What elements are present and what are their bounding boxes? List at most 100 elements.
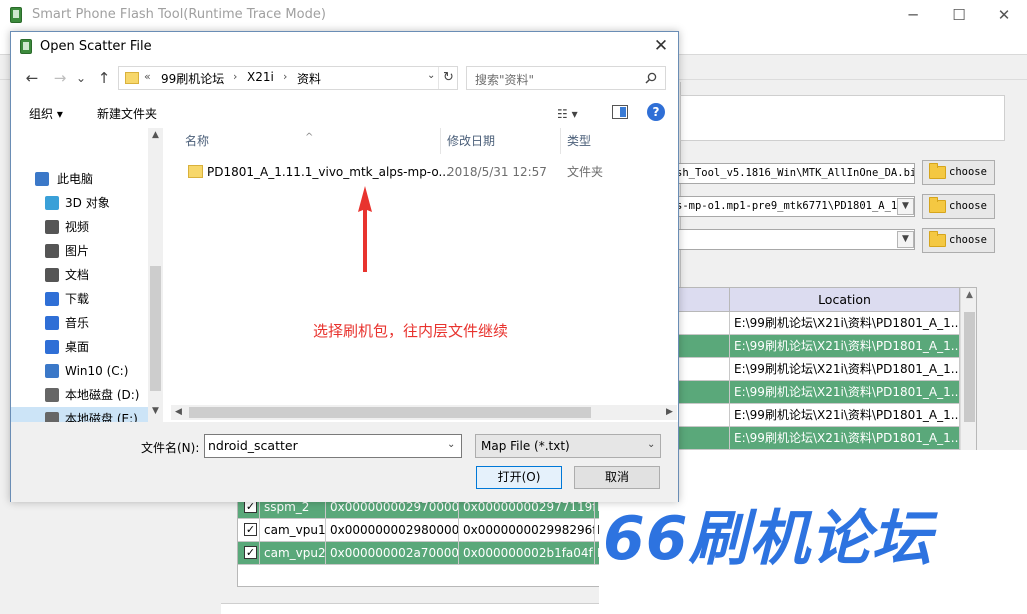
column-name-label: 名称 <box>185 134 210 148</box>
scroll-up-icon[interactable]: ▲ <box>148 130 163 145</box>
search-icon[interactable] <box>645 72 657 84</box>
dialog-titlebar: Open Scatter File ✕ <box>11 32 678 60</box>
search-placeholder: 搜索"资料" <box>475 73 535 87</box>
computer-icon <box>35 172 49 186</box>
preview-pane-icon[interactable] <box>612 105 628 119</box>
sidebar-item[interactable]: 本地磁盘 (E:) <box>11 407 151 422</box>
sidebar-item-label: 此电脑 <box>57 172 94 186</box>
sidebar-item[interactable]: 下载 <box>11 287 151 311</box>
file-list: 名称 ^ 修改日期 类型 PD1801_A_1.11.1_vivo_mtk_al… <box>163 128 678 422</box>
breadcrumb-item[interactable]: 资料 <box>297 70 321 87</box>
cell-check[interactable]: ✓ <box>238 519 260 542</box>
chevron-down-icon[interactable]: ▼ <box>897 198 914 215</box>
dialog-footer: 文件名(N): ndroid_scatter ⌄ Map File (*.txt… <box>11 422 678 502</box>
app-icon <box>10 7 22 23</box>
filetype-select[interactable]: Map File (*.txt) <box>475 434 661 458</box>
checkbox[interactable]: ✓ <box>244 546 257 559</box>
close-button[interactable]: ✕ <box>981 3 1027 27</box>
sidebar-item-label: 图片 <box>65 244 90 258</box>
sidebar-item-label: 音乐 <box>65 316 90 330</box>
forward-button[interactable]: → <box>49 67 71 89</box>
file-name: PD1801_A_1.11.1_vivo_mtk_alps-mp-o... <box>207 165 450 179</box>
checkbox[interactable]: ✓ <box>244 523 257 536</box>
cell-location: E:\99刷机论坛\X21i\资料\PD1801_A_1... <box>730 358 960 381</box>
sidebar-item[interactable]: 桌面 <box>11 335 151 359</box>
choose-label: choose <box>949 234 987 246</box>
open-button[interactable]: 打开(O) <box>476 466 562 489</box>
view-options-icon[interactable]: ☷ ▾ <box>557 107 578 121</box>
sidebar-item[interactable]: 此电脑 <box>11 167 151 191</box>
video-icon <box>45 220 59 234</box>
recent-locations-button[interactable]: ⌄ <box>73 67 89 89</box>
new-folder-button[interactable]: 新建文件夹 <box>97 105 157 122</box>
sidebar-item-label: 3D 对象 <box>65 196 110 210</box>
cell-location: E:\99刷机论坛\X21i\资料\PD1801_A_1... <box>730 312 960 335</box>
chevron-right-icon[interactable]: › <box>283 70 287 83</box>
help-icon[interactable]: ? <box>647 103 665 121</box>
sidebar-item[interactable]: Win10 (C:) <box>11 359 151 383</box>
scroll-right-icon[interactable]: ▶ <box>662 405 677 420</box>
column-header-date[interactable]: 修改日期 <box>441 128 561 154</box>
column-header-name[interactable]: 名称 ^ <box>163 128 441 154</box>
list-item[interactable]: PD1801_A_1.11.1_vivo_mtk_alps-mp-o... 20… <box>163 160 678 184</box>
chevron-down-icon[interactable]: ⌄ <box>427 70 435 81</box>
chevron-down-icon[interactable]: ⌄ <box>647 439 655 450</box>
chevron-right-icon[interactable]: › <box>233 70 237 83</box>
sidebar-item[interactable]: 本地磁盘 (D:) <box>11 383 151 407</box>
folder-icon <box>188 165 203 178</box>
cube-icon <box>45 196 59 210</box>
choose-auth-button[interactable]: choose <box>922 228 995 253</box>
breadcrumb-item[interactable]: 99刷机论坛 <box>161 70 224 87</box>
cell-check[interactable]: ✓ <box>238 542 260 565</box>
dialog-close-button[interactable]: ✕ <box>646 34 676 58</box>
breadcrumb-overflow[interactable]: « <box>144 70 151 83</box>
drive-icon <box>45 412 59 422</box>
sort-ascending-icon: ^ <box>305 132 314 143</box>
scroll-left-icon[interactable]: ◀ <box>171 405 186 420</box>
minimize-button[interactable]: ─ <box>890 3 936 27</box>
cell-end: 0x000000002b1fa04f <box>459 542 595 565</box>
sidebar-item[interactable]: 图片 <box>11 239 151 263</box>
navigation-scrollbar[interactable]: ▲ ▼ <box>148 128 163 422</box>
sidebar-item[interactable]: 音乐 <box>11 311 151 335</box>
command-bar: 组织 ▾ 新建文件夹 ☷ ▾ ? <box>11 98 678 128</box>
scroll-down-icon[interactable]: ▼ <box>148 406 163 421</box>
annotation-arrow-icon <box>358 186 372 272</box>
refresh-icon[interactable]: ↻ <box>438 67 458 89</box>
sidebar-item[interactable]: 文档 <box>11 263 151 287</box>
main-window-title: Smart Phone Flash Tool(Runtime Trace Mod… <box>32 7 326 22</box>
address-bar[interactable]: « 99刷机论坛 › X21i › 资料 ⌄ ↻ <box>118 66 458 90</box>
chevron-down-icon[interactable]: ▼ <box>897 231 914 248</box>
file-list-hscrollbar[interactable]: ◀ ▶ <box>171 405 677 420</box>
choose-scatter-button[interactable]: choose <box>922 194 995 219</box>
scrollbar-thumb[interactable] <box>964 312 975 422</box>
column-header-type[interactable]: 类型 <box>561 128 678 154</box>
cell-location: E:\99刷机论坛\X21i\资料\PD1801_A_1... <box>730 427 960 450</box>
scroll-up-icon[interactable]: ▲ <box>961 290 976 306</box>
maximize-button[interactable]: ☐ <box>936 3 982 27</box>
chevron-down-icon[interactable]: ⌄ <box>447 439 455 450</box>
sidebar-item-label: 本地磁盘 (D:) <box>65 388 140 402</box>
cancel-button[interactable]: 取消 <box>574 466 660 489</box>
drive-icon <box>45 364 59 378</box>
scrollbar-thumb[interactable] <box>150 266 161 391</box>
scrollbar-thumb[interactable] <box>189 407 591 418</box>
choose-da-button[interactable]: choose <box>922 160 995 185</box>
organize-menu[interactable]: 组织 ▾ <box>29 105 63 122</box>
back-button[interactable]: ← <box>21 67 43 89</box>
download-agent-path[interactable]: sh_Tool_v5.1816_Win\MTK_AllInOne_DA.bin <box>672 163 915 184</box>
cell-location: E:\99刷机论坛\X21i\资料\PD1801_A_1... <box>730 381 960 404</box>
search-input[interactable]: 搜索"资料" <box>466 66 666 90</box>
filename-input[interactable]: ndroid_scatter <box>204 434 462 458</box>
up-button[interactable]: ↑ <box>93 67 115 89</box>
music-icon <box>45 316 59 330</box>
breadcrumb-item[interactable]: X21i <box>247 70 274 84</box>
picture-icon <box>45 244 59 258</box>
sidebar-item[interactable]: 视频 <box>11 215 151 239</box>
auth-file-path[interactable] <box>672 229 915 250</box>
scatter-file-path[interactable]: s-mp-o1.mp1-pre9_mtk6771\PD1801_A_1. <box>672 196 915 217</box>
column-header-location[interactable]: Location <box>730 288 960 312</box>
sidebar-item[interactable]: 3D 对象 <box>11 191 151 215</box>
choose-label: choose <box>949 200 987 212</box>
drive-icon <box>45 388 59 402</box>
